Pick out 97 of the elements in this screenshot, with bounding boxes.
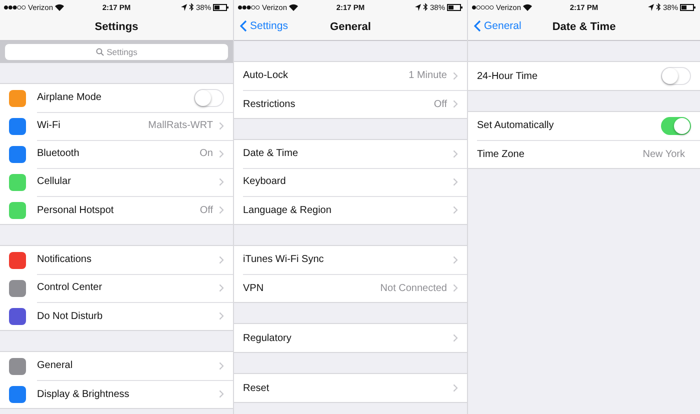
row-label: Auto-Lock: [243, 70, 290, 81]
row-label: Reset: [243, 382, 270, 394]
settings-row[interactable]: Keyboard: [234, 168, 467, 196]
signal-icon: [472, 4, 494, 10]
row-label: Notifications: [37, 254, 92, 265]
signal-icon: [4, 4, 26, 10]
row-value: 1 Minute: [408, 70, 447, 81]
settings-row[interactable]: Cellular: [0, 168, 233, 196]
toggle-switch[interactable]: [661, 67, 691, 85]
wifi-icon: [523, 4, 532, 10]
back-chevron-icon: [240, 20, 247, 32]
row-label: Wi-Fi: [37, 120, 62, 131]
settings-row[interactable]: Notifications: [0, 246, 233, 274]
settings-row[interactable]: Date & Time: [234, 140, 467, 168]
chevron-icon: [453, 334, 458, 342]
row-label: Language & Region: [243, 204, 332, 216]
battery-icon: [213, 4, 229, 10]
settings-row[interactable]: Do Not Disturb: [0, 302, 233, 330]
settings-row[interactable]: Reset: [234, 374, 467, 402]
row-label: VPN: [243, 282, 265, 294]
location-arrow-icon: [648, 4, 654, 10]
row-value: On: [200, 148, 213, 159]
chevron-icon: [219, 150, 224, 158]
settings-row[interactable]: Auto-Lock 1 Minute: [234, 62, 467, 90]
screen-title: Date & Time: [552, 21, 616, 33]
location-arrow-icon: [414, 4, 421, 10]
settings-row[interactable]: General: [0, 352, 233, 380]
bluetooth-icon: [656, 3, 661, 11]
wifi-icon: [55, 4, 64, 10]
chevron-icon: [219, 362, 224, 370]
row-label: Bluetooth: [37, 148, 80, 159]
settings-row[interactable]: Wi-Fi MallRats-WRT: [0, 112, 233, 140]
row-value: New York: [642, 148, 685, 160]
back-button[interactable]: General: [474, 20, 522, 32]
row-label: 24-Hour Time: [477, 70, 539, 82]
row-label: Cellular: [37, 176, 72, 187]
row-value: MallRats-WRT: [148, 120, 213, 131]
row-label: Do Not Disturb: [37, 310, 104, 322]
settings-row[interactable]: Bluetooth On: [0, 140, 233, 168]
settings-row[interactable]: Regulatory: [234, 324, 467, 352]
screen-title: Settings: [94, 21, 138, 33]
chevron-icon: [219, 122, 224, 130]
chevron-icon: [453, 206, 458, 214]
chevron-icon: [219, 390, 224, 398]
chevron-icon: [453, 72, 458, 80]
settings-row[interactable]: 24-Hour Time: [468, 62, 700, 90]
row-label: Regulatory: [243, 332, 292, 344]
chevron-icon: [453, 178, 458, 186]
bluetooth-icon: [188, 3, 194, 11]
row-label: Airplane Mode: [37, 92, 102, 103]
wifi-icon: [289, 4, 298, 10]
chevron-icon: [219, 256, 224, 264]
chevron-icon: [453, 384, 458, 392]
row-label: Personal Hotspot: [37, 204, 115, 216]
signal-icon: [238, 4, 260, 10]
row-value: Not Connected: [380, 282, 447, 294]
bluetooth-icon: [422, 3, 428, 11]
chevron-icon: [453, 284, 458, 292]
row-label: Display & Brightness: [37, 388, 130, 400]
settings-row[interactable]: Control Center: [0, 274, 233, 302]
chevron-icon: [453, 150, 458, 158]
battery-icon: [680, 4, 696, 10]
settings-row[interactable]: Time Zone New York: [468, 140, 700, 168]
toggle-switch[interactable]: [194, 88, 224, 106]
row-value: Off: [434, 98, 447, 110]
screen-title: General: [330, 21, 371, 33]
settings-row[interactable]: Airplane Mode: [0, 84, 233, 112]
settings-row[interactable]: Restrictions Off: [234, 90, 467, 118]
row-value: Off: [200, 204, 213, 216]
settings-row[interactable]: Display & Brightness: [0, 380, 233, 408]
row-label: iTunes Wi-Fi Sync: [243, 254, 325, 265]
chevron-icon: [219, 178, 224, 186]
chevron-icon: [219, 312, 224, 320]
chevron-icon: [219, 284, 224, 292]
settings-row[interactable]: Set Automatically: [468, 112, 700, 140]
search-icon: [96, 48, 104, 56]
chevron-icon: [453, 256, 458, 264]
back-button[interactable]: Settings: [240, 20, 288, 32]
row-label: Date & Time: [243, 148, 300, 159]
toggle-switch[interactable]: [661, 116, 691, 134]
chevron-icon: [219, 206, 224, 214]
back-label: General: [484, 20, 522, 32]
settings-row[interactable]: Language & Region: [234, 196, 467, 224]
chevron-icon: [453, 100, 458, 108]
battery-icon: [447, 4, 463, 10]
row-label: Restrictions: [243, 98, 296, 110]
settings-row[interactable]: VPN Not Connected: [234, 274, 467, 302]
row-label: Control Center: [37, 282, 104, 293]
back-label: Settings: [250, 20, 288, 32]
row-label: Set Automatically: [477, 120, 555, 131]
settings-row[interactable]: Personal Hotspot Off: [0, 196, 233, 224]
back-chevron-icon: [474, 20, 481, 32]
settings-row[interactable]: iTunes Wi-Fi Sync: [234, 246, 467, 274]
row-label: General: [37, 360, 74, 371]
row-label: Keyboard: [243, 176, 287, 187]
location-arrow-icon: [180, 4, 187, 10]
row-label: Time Zone: [477, 148, 526, 160]
